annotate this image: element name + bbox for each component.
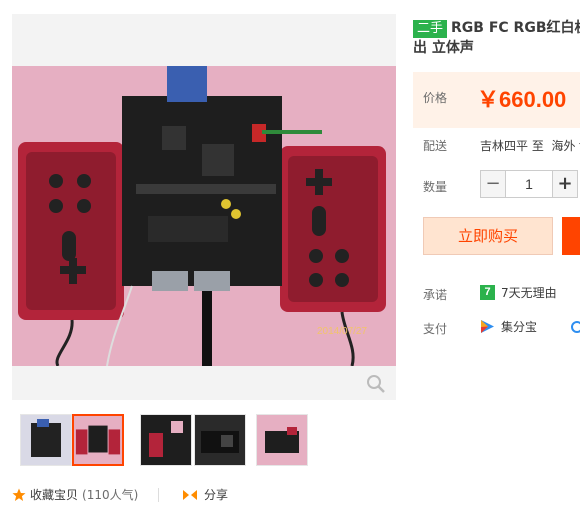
- quantity-decrease-button[interactable]: −: [480, 170, 506, 198]
- buy-now-button[interactable]: 立即购买: [423, 217, 553, 255]
- favorite-count: (110人气): [82, 488, 139, 502]
- price-label: 价格: [423, 91, 448, 105]
- photo-date-stamp: 2014/07/27: [317, 326, 367, 337]
- add-to-cart-button[interactable]: [562, 217, 580, 255]
- promise-label: 承诺: [423, 288, 448, 302]
- zoom-icon[interactable]: [366, 374, 386, 394]
- thumbnail-1[interactable]: [20, 414, 72, 466]
- star-icon: [12, 488, 26, 501]
- promise-value: 7 7天无理由: [480, 284, 557, 301]
- thumbnail-4[interactable]: [194, 414, 246, 466]
- promise-text: 7天无理由: [501, 286, 557, 300]
- payment-method: 集分宝: [501, 320, 538, 334]
- favorite-button[interactable]: 收藏宝贝 (110人气): [12, 486, 138, 503]
- product-page: { "product": { "badge": "二手", "title": "…: [0, 0, 580, 508]
- main-image-container: 2014/07/27: [12, 14, 396, 400]
- quantity-stepper: − 1 +: [480, 170, 578, 198]
- quantity-input[interactable]: 1: [506, 170, 552, 198]
- thumbnail-3[interactable]: [140, 414, 192, 466]
- thumbnail-2-selected[interactable]: [72, 414, 124, 466]
- thumbnail-5[interactable]: [256, 414, 308, 466]
- quantity-increase-button[interactable]: +: [552, 170, 578, 198]
- share-button[interactable]: 分享: [182, 486, 228, 503]
- share-label: 分享: [204, 488, 229, 502]
- thumbnail-strip: [12, 414, 312, 470]
- payment-value: 集分宝: [480, 318, 580, 335]
- jifenbao-icon: [481, 320, 494, 333]
- shipping-from: 吉林四平: [480, 139, 529, 153]
- main-product-photo[interactable]: 2014/07/27: [12, 66, 396, 366]
- favorite-label: 收藏宝贝: [30, 488, 79, 502]
- shipping-destination[interactable]: 海外: [552, 137, 576, 154]
- secondhand-badge: 二手: [413, 20, 448, 38]
- shipping-to-word: 至: [531, 139, 544, 153]
- divider: [158, 488, 159, 502]
- seven-day-return-icon: 7: [480, 285, 495, 300]
- credit-card-icon: [571, 320, 580, 333]
- shipping-label: 配送: [423, 139, 448, 153]
- shipping-value: 吉林四平 至 海外: [480, 137, 580, 154]
- price-box: 价格 ￥660.00: [413, 72, 580, 128]
- price-value: ￥660.00: [477, 87, 567, 112]
- product-title: 二手 RGB FC RGB红白机 出 立体声: [413, 18, 580, 58]
- payment-label: 支付: [423, 322, 448, 336]
- quantity-label: 数量: [423, 180, 448, 194]
- share-icon: [183, 489, 197, 500]
